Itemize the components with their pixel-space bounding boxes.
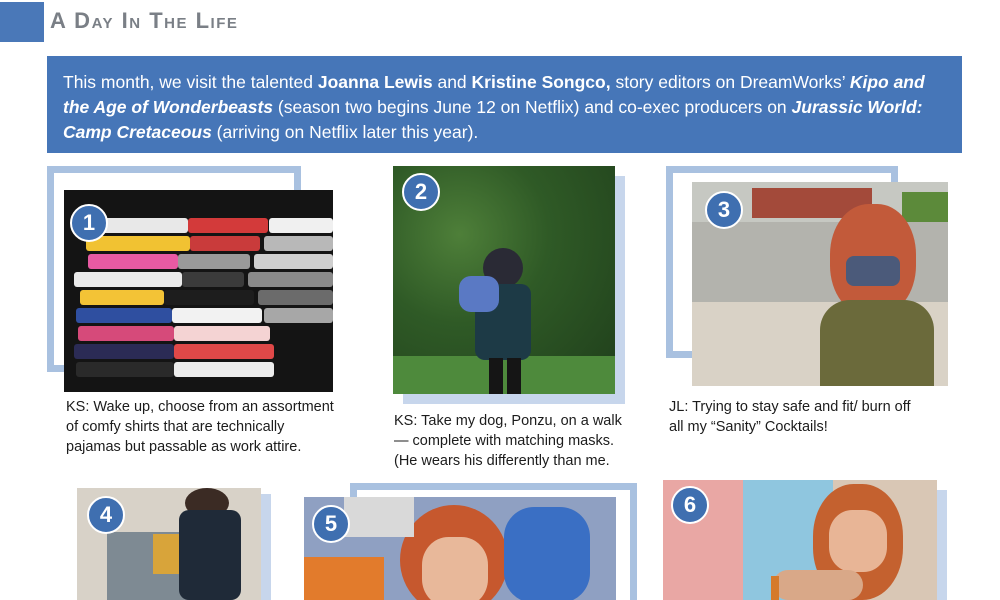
intro-text: (season two begins June 12 on Netflix) a… [273, 97, 792, 117]
photo-number-badge: 1 [70, 204, 108, 242]
photo-number-badge: 3 [705, 191, 743, 229]
intro-text: story editors on DreamWorks’ [610, 72, 850, 92]
photo-number-badge: 6 [671, 486, 709, 524]
page-title: A Day In The Life [50, 8, 239, 33]
photo-number-badge: 2 [402, 173, 440, 211]
photo-caption-3: JL: Trying to stay safe and fit/ burn of… [669, 399, 911, 435]
header-accent-tab [0, 2, 44, 42]
photo-number-badge: 5 [312, 505, 350, 543]
intro-text: (arriving on Netflix later this year). [211, 122, 479, 142]
photo-caption-2: KS: Take my dog, Ponzu, on a walk — comp… [394, 413, 622, 469]
intro-text: and [432, 72, 472, 92]
intro-box: This month, we visit the talented Joanna… [47, 56, 962, 153]
photo-number-badge: 4 [87, 496, 125, 534]
intro-name-kristine: Kristine Songco, [471, 72, 611, 92]
intro-name-joanna: Joanna Lewis [317, 72, 433, 92]
photo-5-laundry-pile [304, 497, 616, 600]
intro-text: This month, we visit the talented [63, 72, 318, 92]
photo-caption-1: KS: Wake up, choose from an assortment o… [66, 399, 334, 455]
